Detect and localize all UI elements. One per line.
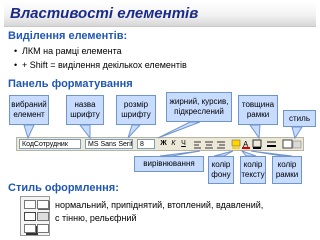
style-description-line-2: с тінню, рельєфний (55, 213, 137, 223)
style-heading: Стиль оформлення: (8, 182, 119, 194)
style-options-icon[interactable] (20, 196, 50, 236)
style-description-line-1: нормальний, припіднятий, втоплений, вдав… (55, 200, 264, 210)
